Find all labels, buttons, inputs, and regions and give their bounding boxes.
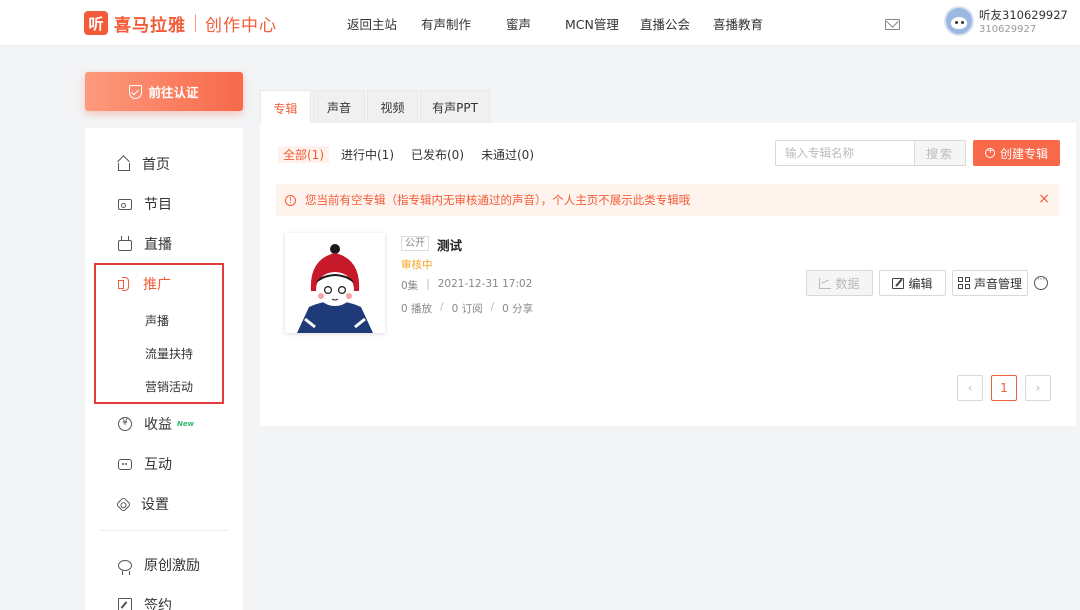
audio-manage-label: 声音管理 bbox=[973, 276, 1022, 291]
gear-icon bbox=[115, 496, 132, 512]
tab-video[interactable]: 视频 bbox=[367, 90, 418, 124]
sidebar-divider bbox=[100, 530, 228, 531]
sidebar-item-label: 首页 bbox=[142, 157, 170, 173]
logo-divider bbox=[195, 14, 196, 32]
logo-name: 喜马拉雅 bbox=[114, 15, 186, 36]
album-status: 审核中 bbox=[401, 259, 433, 271]
add-album-icon bbox=[984, 146, 995, 158]
notice-bar: ! 您当前有空专辑（指专辑内无审核通过的声音），个人主页不展示此类专辑哦 × bbox=[276, 184, 1059, 216]
grid-icon bbox=[957, 277, 970, 289]
album-date: 2021-12-31 17:02 bbox=[437, 278, 533, 290]
sidebar-item-label: 原创激励 bbox=[144, 558, 200, 574]
nav-misheng[interactable]: 蜜声 bbox=[506, 14, 565, 33]
certify-label: 前往认证 bbox=[148, 85, 199, 100]
sidebar-item-label: 互动 bbox=[144, 457, 172, 473]
sidebar-item-live[interactable]: 直播 bbox=[118, 234, 172, 254]
top-header: 听 喜马拉雅 创作中心 返回主站 有声制作 蜜声 MCN管理 直播公会 喜播教育… bbox=[0, 0, 1080, 46]
pager-prev[interactable]: ‹ bbox=[957, 375, 983, 401]
stats-separator: / bbox=[490, 301, 495, 313]
create-album-button[interactable]: 创建专辑 bbox=[973, 140, 1060, 166]
stats-separator: / bbox=[440, 301, 444, 313]
sidebar-item-label: 设置 bbox=[141, 497, 169, 513]
tab-albums[interactable]: 专辑 bbox=[260, 90, 311, 125]
mail-icon[interactable] bbox=[885, 19, 900, 30]
filter-all[interactable]: 全部(1) bbox=[278, 146, 329, 163]
search-button[interactable]: 搜索 bbox=[914, 140, 966, 166]
sign-icon bbox=[118, 598, 132, 610]
sidebar-item-original-incentive[interactable]: 原创激励 bbox=[118, 555, 200, 575]
album-stats: 0 播放 / 0 订阅 / 0 分享 bbox=[401, 301, 533, 316]
tv-icon bbox=[118, 240, 132, 251]
coin-icon: ¥ bbox=[118, 417, 132, 431]
sidebar: 首页 节目 直播 推广 声播 流量扶持 营销活动 ¥ 收益 New 互动 设置 … bbox=[85, 128, 243, 610]
data-button[interactable]: 数据 bbox=[806, 270, 873, 296]
sidebar-item-settings[interactable]: 设置 bbox=[115, 494, 169, 514]
sidebar-item-label: 节目 bbox=[144, 197, 172, 213]
status-filters: 全部(1) 进行中(1) 已发布(0) 未通过(0) bbox=[278, 146, 551, 163]
meta-separator: | bbox=[426, 278, 430, 290]
avatar[interactable] bbox=[944, 6, 974, 36]
nav-home-link[interactable]: 返回主站 bbox=[347, 14, 421, 33]
album-title[interactable]: 测试 bbox=[437, 235, 462, 254]
logo-subtitle: 创作中心 bbox=[205, 15, 277, 36]
info-icon: ! bbox=[285, 194, 296, 206]
radio-icon bbox=[118, 198, 132, 210]
chart-icon bbox=[819, 277, 832, 289]
sidebar-item-programs[interactable]: 节目 bbox=[118, 194, 172, 214]
home-icon bbox=[118, 163, 130, 171]
pager-page-1[interactable]: 1 bbox=[991, 375, 1017, 401]
more-icon[interactable]: ··· bbox=[1034, 276, 1048, 290]
edit-icon bbox=[892, 277, 905, 289]
sidebar-item-earnings[interactable]: ¥ 收益 New bbox=[118, 414, 194, 434]
data-button-label: 数据 bbox=[835, 276, 860, 291]
sidebar-item-contract[interactable]: 签约 bbox=[118, 595, 172, 610]
nav-live-guild[interactable]: 直播公会 bbox=[640, 14, 713, 33]
certify-button[interactable]: 前往认证 bbox=[85, 72, 243, 111]
cover-illustration bbox=[285, 233, 385, 333]
medal-icon bbox=[118, 559, 132, 575]
episode-count: 0集 bbox=[401, 280, 419, 292]
close-icon[interactable]: × bbox=[1038, 191, 1050, 207]
filter-published[interactable]: 已发布(0) bbox=[411, 146, 464, 163]
edit-button[interactable]: 编辑 bbox=[879, 270, 946, 296]
tab-audio[interactable]: 声音 bbox=[313, 90, 365, 124]
album-panel: 全部(1) 进行中(1) 已发布(0) 未通过(0) 输入专辑名称 搜索 创建专… bbox=[260, 123, 1076, 426]
subscribe-count: 0 订阅 bbox=[451, 303, 483, 315]
nav-audio-production[interactable]: 有声制作 bbox=[421, 14, 506, 33]
filter-in-progress[interactable]: 进行中(1) bbox=[341, 146, 394, 163]
chat-icon bbox=[118, 458, 132, 470]
search-input[interactable]: 输入专辑名称 bbox=[775, 140, 915, 166]
sidebar-item-home[interactable]: 首页 bbox=[118, 154, 170, 174]
new-badge: New bbox=[177, 420, 195, 428]
pager-next[interactable]: › bbox=[1025, 375, 1051, 401]
nav-education[interactable]: 喜播教育 bbox=[713, 14, 763, 33]
tab-audio-ppt[interactable]: 有声PPT bbox=[420, 90, 490, 124]
highlight-box bbox=[94, 263, 224, 404]
sidebar-item-interaction[interactable]: 互动 bbox=[118, 454, 172, 474]
edit-button-label: 编辑 bbox=[908, 276, 933, 291]
notice-text: 您当前有空专辑（指专辑内无审核通过的声音），个人主页不展示此类专辑哦 bbox=[305, 193, 691, 207]
nav-mcn[interactable]: MCN管理 bbox=[565, 14, 640, 33]
play-count: 0 播放 bbox=[401, 303, 433, 315]
logo[interactable]: 听 喜马拉雅 创作中心 bbox=[84, 10, 277, 36]
filter-rejected[interactable]: 未通过(0) bbox=[481, 146, 534, 163]
album-meta: 0集 | 2021-12-31 17:02 bbox=[401, 278, 532, 293]
user-name[interactable]: 听友310629927 bbox=[979, 7, 1068, 23]
audio-manage-button[interactable]: 声音管理 bbox=[952, 270, 1028, 296]
sidebar-item-label: 直播 bbox=[144, 237, 172, 253]
shield-icon bbox=[129, 84, 143, 99]
top-nav: 返回主站 有声制作 蜜声 MCN管理 直播公会 喜播教育 bbox=[347, 14, 763, 33]
user-id: 310629927 bbox=[979, 24, 1037, 35]
create-album-label: 创建专辑 bbox=[999, 146, 1048, 161]
visibility-tag: 公开 bbox=[401, 236, 429, 251]
logo-mark: 听 bbox=[84, 11, 108, 35]
album-cover[interactable] bbox=[285, 233, 385, 333]
sidebar-item-label: 签约 bbox=[144, 598, 172, 610]
sidebar-item-label: 收益 bbox=[144, 417, 172, 433]
share-count: 0 分享 bbox=[502, 303, 534, 315]
